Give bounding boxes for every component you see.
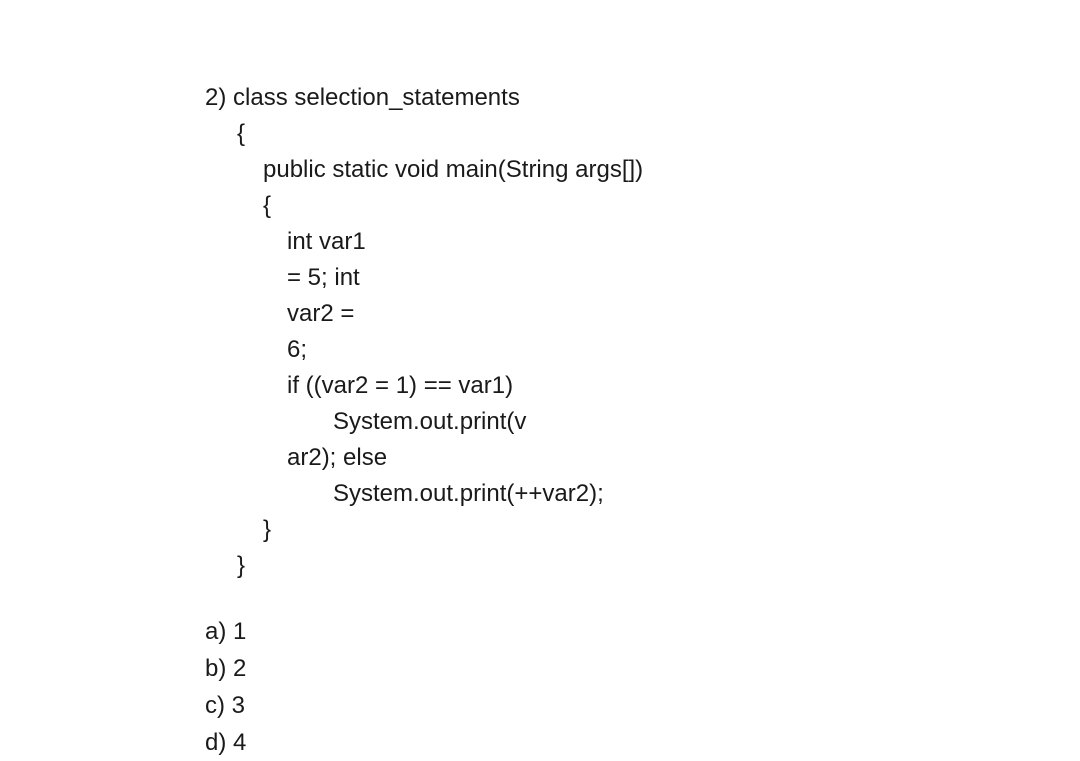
code-line-13: }	[205, 512, 1080, 548]
code-line-3: public static void main(String args[])	[205, 152, 1080, 188]
code-line-5: int var1	[205, 224, 1080, 260]
question-number: 2)	[205, 84, 226, 111]
code-line-7: var2 =	[205, 296, 1080, 332]
code-line-10: System.out.print(v	[205, 404, 1080, 440]
option-b: b) 2	[205, 651, 1080, 687]
code-line-12: System.out.print(++var2);	[205, 476, 1080, 512]
code-line-9: if ((var2 = 1) == var1)	[205, 368, 1080, 404]
code-line-2: {	[205, 116, 1080, 152]
code-line-4: {	[205, 188, 1080, 224]
code-text: class selection_statements	[233, 84, 520, 111]
code-line-1: 2) class selection_statements	[205, 80, 1080, 116]
code-line-11: ar2); else	[205, 440, 1080, 476]
answer-options: a) 1 b) 2 c) 3 d) 4	[205, 614, 1080, 761]
question-block: 2) class selection_statements { public s…	[0, 0, 1080, 761]
option-c: c) 3	[205, 688, 1080, 724]
code-line-6: = 5; int	[205, 260, 1080, 296]
option-a: a) 1	[205, 614, 1080, 650]
code-line-8: 6;	[205, 332, 1080, 368]
option-d: d) 4	[205, 725, 1080, 761]
code-line-14: }	[205, 548, 1080, 584]
